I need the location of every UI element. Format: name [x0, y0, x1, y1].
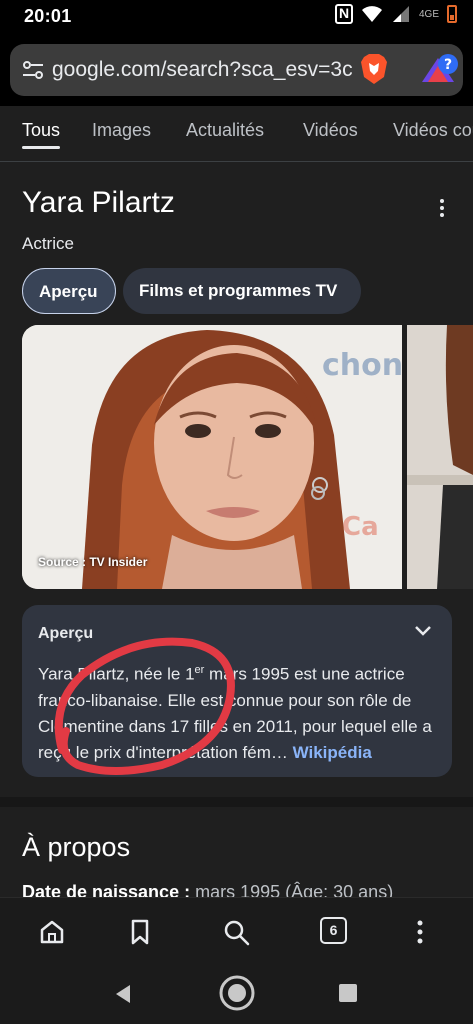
entity-subtitle: Actrice — [22, 234, 74, 253]
system-navigation-bar — [0, 965, 473, 1024]
svg-text:chon: chon — [322, 348, 402, 383]
svg-text:Ca: Ca — [342, 512, 379, 542]
brave-shields-icon[interactable] — [360, 53, 388, 85]
recents-icon[interactable] — [338, 983, 358, 1003]
portrait-image: chon Ca — [22, 325, 402, 589]
search-tabs: Tous Images Actualités Vidéos Vidéos cou… — [0, 106, 473, 162]
tab-videos[interactable]: Vidéos — [303, 120, 358, 141]
menu-icon[interactable] — [406, 918, 434, 946]
status-bar: 20:01 4GE — [0, 0, 473, 32]
network-type: 4GE — [418, 8, 439, 20]
wifi-icon — [361, 6, 382, 22]
url-text[interactable]: google.com/search?sca_esv=3c — [52, 58, 352, 82]
tab-images[interactable]: Images — [92, 120, 151, 141]
signal-icon — [392, 6, 409, 22]
search-icon[interactable] — [222, 918, 250, 946]
active-tab-indicator — [22, 146, 60, 149]
chip-films-tv[interactable]: Films et programmes TV — [123, 268, 361, 314]
entity-title: Yara Pilartz — [22, 186, 175, 219]
status-time: 20:01 — [24, 6, 72, 26]
nfc-icon — [334, 4, 353, 24]
tab-actualites[interactable]: Actualités — [186, 120, 264, 141]
home-button-icon[interactable] — [218, 974, 256, 1012]
bookmark-icon[interactable] — [126, 918, 154, 946]
site-settings-icon[interactable] — [22, 60, 44, 80]
browser-toolbar: 6 — [0, 897, 473, 965]
back-icon[interactable] — [112, 983, 134, 1005]
status-icons: 4GE — [334, 4, 457, 24]
svg-text:?: ? — [444, 57, 452, 73]
entity-photo[interactable]: chon Ca — [22, 325, 402, 589]
url-area: google.com/search?sca_esv=3c ? — [0, 32, 473, 106]
tab-videos-courtes[interactable]: Vidéos courtes — [393, 120, 473, 141]
home-icon[interactable] — [38, 918, 66, 946]
secondary-image — [407, 325, 473, 589]
chip-apercu[interactable]: Aperçu — [22, 268, 116, 314]
about-title: À propos — [22, 832, 131, 862]
address-bar[interactable]: google.com/search?sca_esv=3c ? — [10, 44, 463, 96]
battery-icon — [447, 5, 457, 23]
tab-tous[interactable]: Tous — [22, 120, 60, 141]
more-options-icon[interactable] — [438, 198, 446, 218]
image-source: Source : TV Insider — [38, 555, 148, 569]
tab-switcher-button[interactable]: 6 — [320, 917, 347, 944]
extension-icon[interactable]: ? — [420, 52, 460, 88]
red-annotation-circle — [54, 637, 235, 775]
entity-photo-secondary[interactable] — [407, 325, 473, 589]
section-divider — [0, 797, 473, 807]
overview-card: Aperçu Yara Pilartz, née le 1er mars 199… — [22, 605, 452, 777]
